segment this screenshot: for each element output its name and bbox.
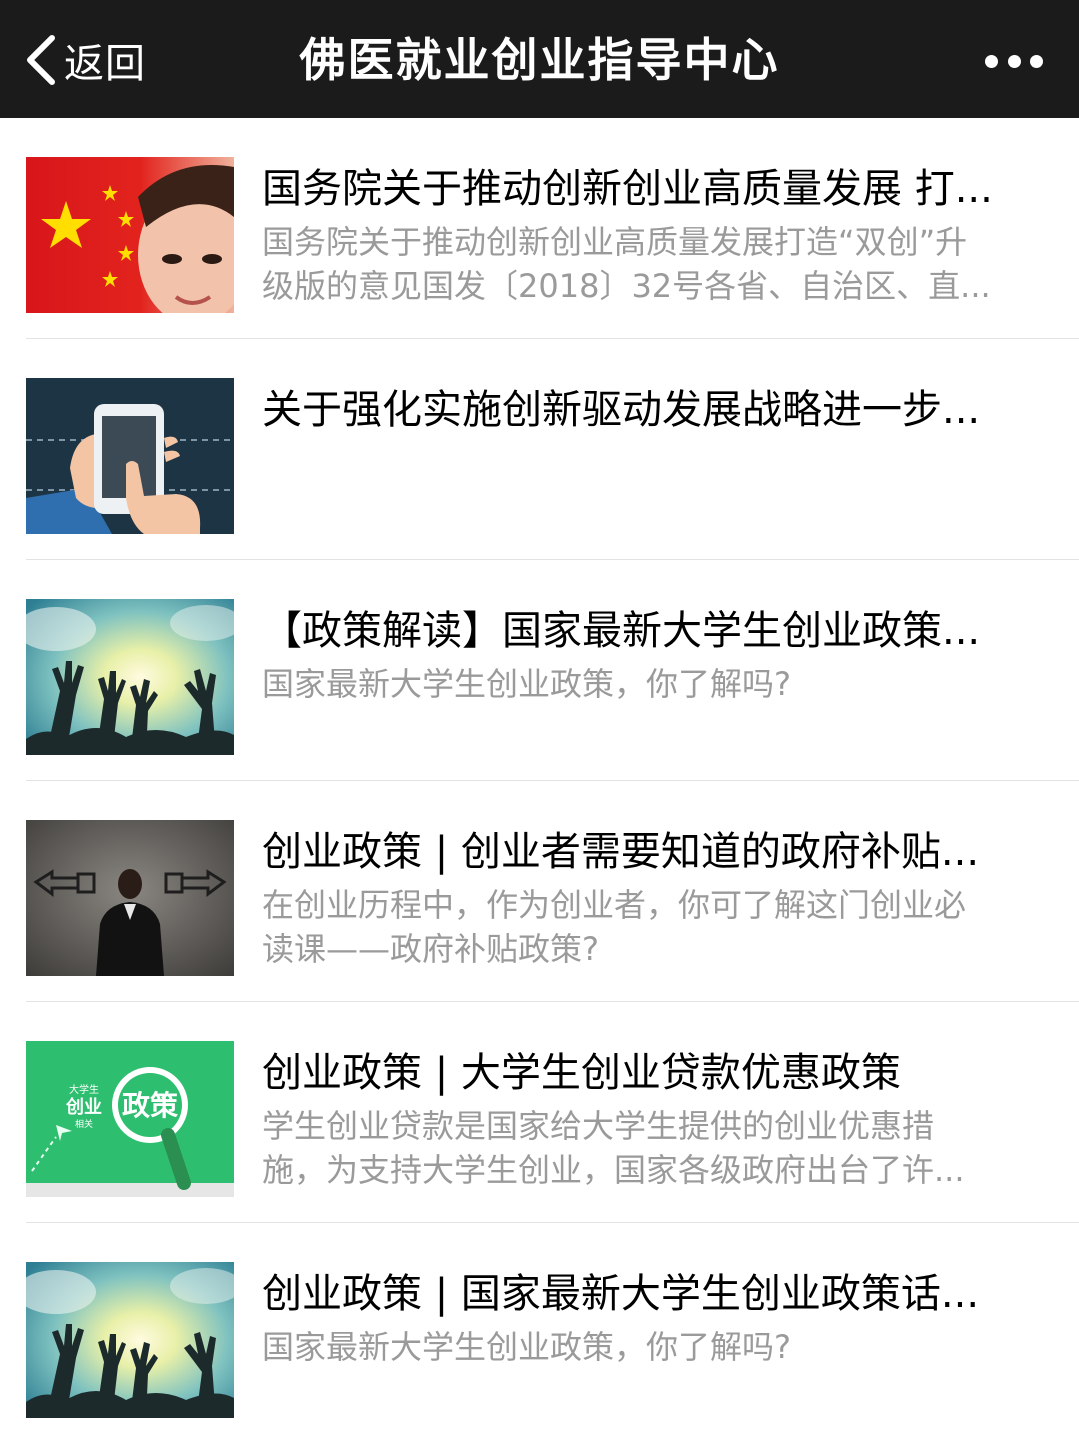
article-title: 【政策解读】国家最新大学生创业政策... (262, 608, 981, 654)
thumb-text-mid: 创业 (65, 1096, 102, 1118)
article-item[interactable]: 关于强化实施创新驱动发展战略进一步... (0, 339, 1079, 560)
article-text: 【政策解读】国家最新大学生创业政策... 国家最新大学生创业政策，你了解吗? (262, 602, 1032, 706)
thumb-text-top: 大学生 (69, 1083, 99, 1096)
thumb-text-bot: 相关 (75, 1118, 93, 1130)
more-dot-icon (985, 54, 998, 68)
article-item[interactable]: 创业政策 | 创业者需要知道的政府补贴... 在创业历程中，作为创业者，你可了解… (0, 781, 1079, 1002)
more-options-button[interactable] (985, 48, 1043, 74)
more-dot-icon (1007, 54, 1021, 68)
article-item[interactable]: 创业政策 | 国家最新大学生创业政策话... 国家最新大学生创业政策，你了解吗? (0, 1223, 1079, 1444)
article-thumbnail-hands-sky (26, 599, 234, 755)
back-label: 返回 (64, 41, 146, 87)
back-button[interactable]: 返回 (24, 34, 146, 87)
article-description: 国务院关于推动创新创业高质量发展打造“双创”升 级版的意见国发〔2018〕32号… (262, 223, 991, 305)
thumb-badge-text: 政策 (122, 1089, 178, 1122)
article-item[interactable]: 国务院关于推动创新创业高质量发展 打... 国务院关于推动创新创业高质量发展打造… (0, 118, 1079, 339)
article-text: 国务院关于推动创新创业高质量发展 打... 国务院关于推动创新创业高质量发展打造… (262, 160, 1032, 308)
article-title: 国务院关于推动创新创业高质量发展 打... (262, 166, 993, 212)
article-text: 创业政策 | 创业者需要知道的政府补贴... 在创业历程中，作为创业者，你可了解… (262, 823, 1032, 971)
article-item[interactable]: 大学生 创业 相关 政策 创业政策 | 大学生创业贷款优惠政策 学生创业贷款是国… (0, 1002, 1079, 1223)
article-item[interactable]: 【政策解读】国家最新大学生创业政策... 国家最新大学生创业政策，你了解吗? (0, 560, 1079, 781)
article-description: 学生创业贷款是国家给大学生提供的创业优惠措 施，为支持大学生创业，国家各级政府出… (262, 1107, 965, 1189)
article-description: 国家最新大学生创业政策，你了解吗? (262, 665, 791, 703)
article-thumbnail-hands-sky (26, 1262, 234, 1418)
article-title: 创业政策 | 大学生创业贷款优惠政策 (262, 1050, 901, 1096)
article-description: 在创业历程中，作为创业者，你可了解这门创业必 读课——政府补贴政策? (262, 886, 967, 968)
article-thumbnail-policy-green: 大学生 创业 相关 政策 (26, 1041, 234, 1197)
article-thumbnail-phone-hand (26, 378, 234, 534)
article-thumbnail-flag-child (26, 157, 234, 313)
page-title: 佛医就业创业指导中心 (299, 33, 780, 87)
more-dot-icon (1030, 54, 1043, 68)
chevron-left-icon (27, 35, 55, 85)
article-thumbnail-man-arrows (26, 820, 234, 976)
article-description: 国家最新大学生创业政策，你了解吗? (262, 1328, 791, 1366)
article-text: 关于强化实施创新驱动发展战略进一步... (262, 381, 1032, 441)
article-text: 创业政策 | 大学生创业贷款优惠政策 学生创业贷款是国家给大学生提供的创业优惠措… (262, 1044, 1032, 1192)
article-title: 创业政策 | 国家最新大学生创业政策话... (262, 1271, 980, 1317)
article-text: 创业政策 | 国家最新大学生创业政策话... 国家最新大学生创业政策，你了解吗? (262, 1265, 1032, 1369)
article-title: 关于强化实施创新驱动发展战略进一步... (262, 387, 981, 433)
article-title: 创业政策 | 创业者需要知道的政府补贴... (262, 829, 980, 875)
navigation-bar: 返回 佛医就业创业指导中心 (0, 0, 1079, 118)
